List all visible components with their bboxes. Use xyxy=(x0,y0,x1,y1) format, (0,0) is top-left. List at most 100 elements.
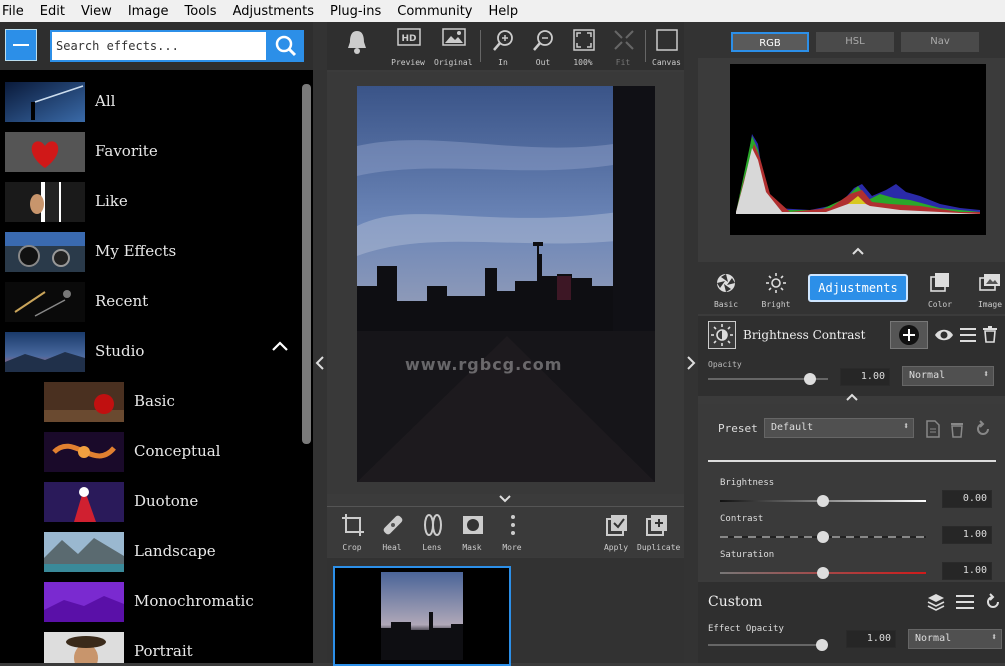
effect-opacity-value-field[interactable]: 1.00 xyxy=(846,630,896,648)
custom-title: Custom xyxy=(708,594,763,610)
effects-panel: All Favorite Like xyxy=(0,22,313,663)
chevron-up-icon[interactable] xyxy=(698,392,1005,404)
left-splitter[interactable] xyxy=(313,22,327,663)
tab-bright[interactable]: Bright xyxy=(756,266,796,312)
add-adjustment-button[interactable] xyxy=(890,321,928,349)
tab-basic[interactable]: Basic xyxy=(706,266,746,312)
category-recent[interactable]: Recent xyxy=(0,280,300,324)
thumb-favorite xyxy=(5,132,85,172)
thumb-conceptual xyxy=(44,432,124,472)
contrast-slider-knob[interactable] xyxy=(817,531,829,543)
opacity-value-field[interactable]: 1.00 xyxy=(840,368,890,386)
category-my-effects[interactable]: My Effects xyxy=(0,230,300,274)
fit-button[interactable]: Fit xyxy=(604,26,642,68)
fit-label: Fit xyxy=(615,58,631,67)
apply-button[interactable]: Apply xyxy=(597,511,635,553)
notifications-button[interactable] xyxy=(337,26,375,68)
menu-plugins[interactable]: Plug-ins xyxy=(322,4,389,19)
tab-adjustments[interactable]: Adjustments xyxy=(808,274,908,302)
eye-icon[interactable] xyxy=(934,325,954,345)
image-canvas[interactable] xyxy=(327,72,684,494)
lens-button[interactable]: Lens xyxy=(413,511,451,553)
effect-opacity-slider-knob[interactable] xyxy=(815,639,828,651)
filmstrip-photo xyxy=(381,572,463,660)
trash-icon[interactable] xyxy=(982,325,998,343)
reset-icon[interactable] xyxy=(974,420,992,438)
studio-item-monochromatic[interactable]: Monochromatic xyxy=(0,580,300,624)
chevron-left-icon[interactable] xyxy=(314,355,326,371)
thumb-studio xyxy=(5,332,85,372)
color-icon xyxy=(930,273,949,292)
chevron-right-icon[interactable] xyxy=(685,355,697,371)
menu-edit[interactable]: Edit xyxy=(32,4,73,19)
brightness-value-field[interactable]: 0.00 xyxy=(942,490,992,508)
saturation-slider-knob[interactable] xyxy=(817,567,829,579)
edited-photo[interactable] xyxy=(357,86,655,482)
tab-color[interactable]: Color xyxy=(920,266,960,312)
mask-button[interactable]: Mask xyxy=(453,511,491,553)
category-all[interactable]: All xyxy=(0,80,300,124)
original-button[interactable]: Original xyxy=(434,26,473,68)
tab-rgb[interactable]: RGB xyxy=(731,32,809,52)
brightness-slider-knob[interactable] xyxy=(817,495,829,507)
blend-mode-select[interactable]: Normal xyxy=(902,366,994,386)
category-favorite[interactable]: Favorite xyxy=(0,130,300,174)
collapse-panel-button[interactable] xyxy=(5,29,37,61)
tab-nav[interactable]: Nav xyxy=(901,32,979,52)
trash-icon[interactable] xyxy=(950,420,964,438)
category-label: My Effects xyxy=(95,242,177,260)
search-button[interactable] xyxy=(268,30,304,62)
hd-label: HD xyxy=(401,34,416,44)
menu-icon[interactable] xyxy=(960,326,976,344)
studio-item-landscape[interactable]: Landscape xyxy=(0,530,300,574)
chevron-up-icon[interactable] xyxy=(271,337,289,355)
zoom-100-button[interactable]: 100% xyxy=(564,26,602,68)
tab-hsl[interactable]: HSL xyxy=(816,32,894,52)
fullscreen-icon xyxy=(573,29,595,51)
menu-icon[interactable] xyxy=(956,593,974,611)
reset-icon[interactable] xyxy=(984,593,1002,611)
layers-icon[interactable] xyxy=(926,592,946,612)
tab-image[interactable]: Image xyxy=(970,266,1005,312)
zoom-out-button[interactable]: Out xyxy=(524,26,562,68)
menu-adjustments[interactable]: Adjustments xyxy=(225,4,322,19)
menu-file[interactable]: File xyxy=(0,4,32,19)
studio-item-portrait[interactable]: Portrait xyxy=(0,630,300,663)
chevron-down-icon[interactable] xyxy=(327,492,684,506)
menu-community[interactable]: Community xyxy=(389,4,480,19)
sun-icon xyxy=(766,273,786,293)
effects-scrollbar[interactable] xyxy=(302,84,311,444)
menu-image[interactable]: Image xyxy=(120,4,177,19)
more-button[interactable]: More xyxy=(493,511,531,553)
studio-item-conceptual[interactable]: Conceptual xyxy=(0,430,300,474)
effect-blend-mode-select[interactable]: Normal xyxy=(908,629,1002,649)
filmstrip-thumbnail[interactable] xyxy=(333,566,511,666)
canvas-button[interactable]: Canvas xyxy=(649,26,684,68)
menu-view[interactable]: View xyxy=(73,4,120,19)
contrast-value-field[interactable]: 1.00 xyxy=(942,526,992,544)
duplicate-button[interactable]: Duplicate xyxy=(637,511,680,553)
studio-item-label: Portrait xyxy=(134,642,193,660)
saturation-label: Saturation xyxy=(720,550,775,560)
category-like[interactable]: Like xyxy=(0,180,300,224)
search-input[interactable] xyxy=(50,30,268,62)
brightness-icon-button[interactable] xyxy=(708,321,736,349)
menu-help[interactable]: Help xyxy=(481,4,527,19)
right-splitter[interactable] xyxy=(684,22,698,663)
menu-tools[interactable]: Tools xyxy=(177,4,225,19)
chevron-up-icon[interactable] xyxy=(698,244,1005,258)
crop-button[interactable]: Crop xyxy=(333,511,371,553)
effect-opacity-slider-track[interactable] xyxy=(708,644,824,646)
zoom-in-button[interactable]: In xyxy=(484,26,522,68)
opacity-slider-knob[interactable] xyxy=(804,373,816,385)
plus-circle-icon xyxy=(899,325,919,345)
preview-button[interactable]: HD Preview xyxy=(389,26,427,68)
heal-button[interactable]: Heal xyxy=(373,511,411,553)
tab-image-label: Image xyxy=(977,300,1003,309)
file-icon[interactable] xyxy=(926,420,940,438)
category-studio[interactable]: Studio xyxy=(0,330,300,374)
studio-item-duotone[interactable]: Duotone xyxy=(0,480,300,524)
studio-item-basic[interactable]: Basic xyxy=(0,380,300,424)
preset-select[interactable]: Default xyxy=(764,418,914,438)
saturation-value-field[interactable]: 1.00 xyxy=(942,562,992,580)
